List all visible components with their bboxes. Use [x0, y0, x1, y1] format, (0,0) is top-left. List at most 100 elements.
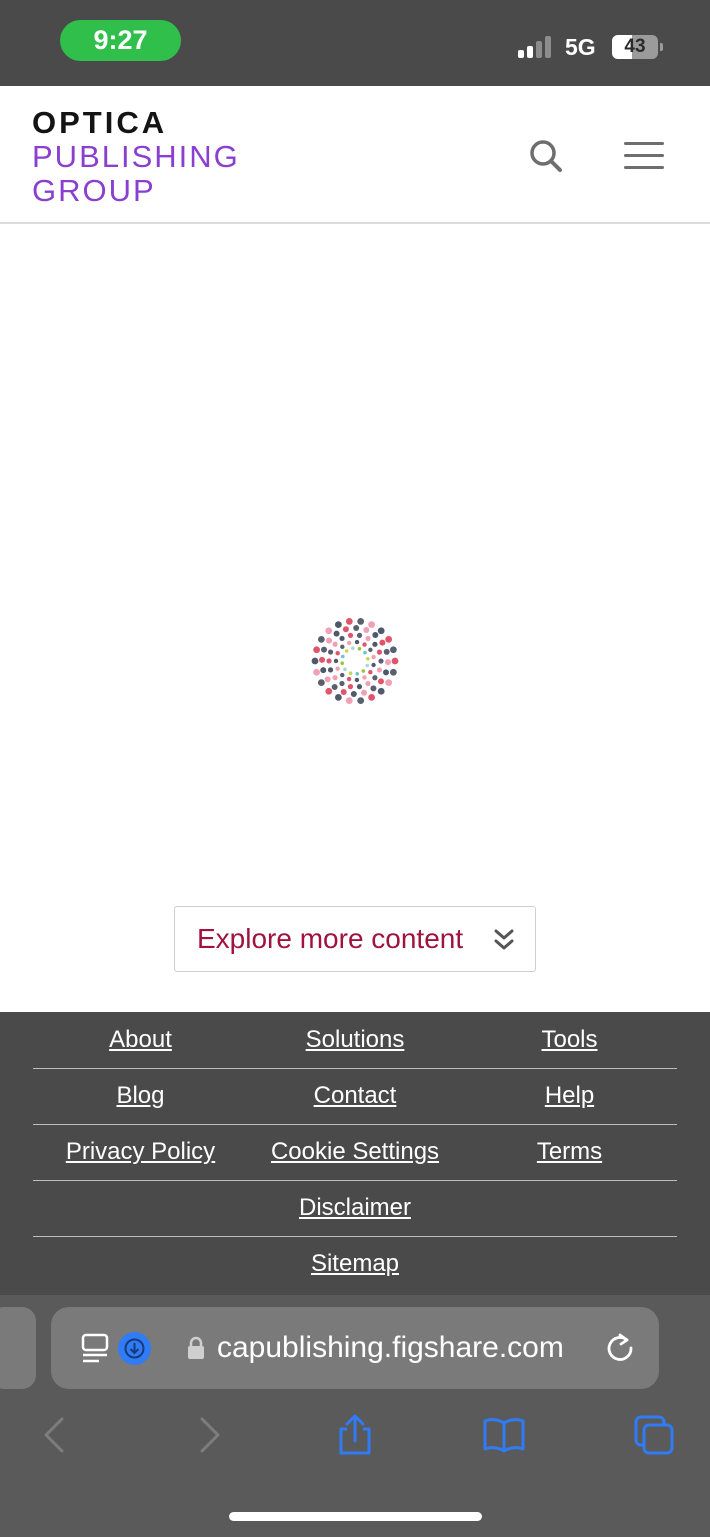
url-text[interactable]: capublishing.figshare.com [217, 1307, 564, 1389]
spinner-dot [391, 657, 399, 665]
spinner-dot [319, 656, 326, 663]
lock-icon [187, 1336, 205, 1360]
spinner-dot [357, 618, 365, 625]
spinner-dot [339, 635, 345, 642]
site-footer: About Solutions Tools Blog Contact Help … [0, 1012, 710, 1295]
footer-link-solutions[interactable]: Solutions [248, 1012, 462, 1068]
bookmarks-icon[interactable] [482, 1413, 526, 1457]
spinner-dot [332, 641, 338, 647]
footer-link-tools[interactable]: Tools [462, 1012, 677, 1068]
footer-link-disclaimer[interactable]: Disclaimer [33, 1180, 677, 1236]
footer-link-sitemap[interactable]: Sitemap [33, 1236, 677, 1292]
spinner-dot [361, 669, 366, 673]
spinner-dot [350, 646, 355, 650]
status-time: 9:27 [60, 20, 181, 61]
spinner-dot [320, 667, 327, 674]
site-header: OPTICA PUBLISHING GROUP [0, 86, 710, 224]
spinner-dot [333, 658, 339, 664]
network-type: 5G [565, 34, 596, 60]
spinner-dot [340, 672, 345, 678]
footer-row: Sitemap [33, 1236, 677, 1292]
spinner-dot [345, 618, 353, 625]
spinner-dot [377, 687, 385, 695]
spinner-dot [372, 632, 379, 639]
spinner-dot [379, 639, 386, 646]
spinner-dot [340, 661, 344, 666]
optica-logo[interactable]: OPTICA PUBLISHING GROUP [32, 106, 240, 208]
forward-icon[interactable] [184, 1413, 228, 1457]
tabs-icon[interactable] [632, 1413, 676, 1457]
spinner-dot [348, 671, 353, 675]
spinner-dot [350, 690, 357, 697]
spinner-dot [357, 647, 362, 651]
spinner-dot [371, 654, 376, 660]
reader-mode-icon[interactable] [81, 1333, 111, 1363]
spinner-dot [311, 657, 319, 665]
explore-more-content-button[interactable]: Explore more content [174, 906, 536, 972]
address-bar[interactable]: capublishing.figshare.com [51, 1307, 659, 1389]
footer-link-terms[interactable]: Terms [462, 1124, 677, 1180]
spinner-dot [368, 647, 373, 653]
reload-icon[interactable] [603, 1331, 637, 1365]
cellular-signal-icon [518, 36, 556, 58]
spinner-dot [383, 648, 390, 655]
footer-link-cookie-settings[interactable]: Cookie Settings [248, 1124, 462, 1180]
status-bar: 9:27 5G 43 [0, 0, 710, 86]
spinner-dot [383, 669, 389, 676]
search-icon[interactable] [528, 138, 564, 174]
footer-link-contact[interactable]: Contact [248, 1068, 462, 1124]
spinner-dot [325, 627, 333, 635]
spinner-dot [376, 667, 383, 673]
spinner-dot [324, 676, 331, 683]
footer-link-privacy-policy[interactable]: Privacy Policy [33, 1124, 248, 1180]
spinner-dot [368, 670, 373, 675]
spinner-dot [365, 635, 371, 642]
spinner-dot [354, 639, 360, 645]
spinner-dot [377, 627, 385, 635]
spinner-dot [340, 689, 347, 695]
spinner-dot [361, 689, 368, 696]
spinner-dot [317, 635, 325, 643]
spinner-dot [370, 685, 377, 692]
spinner-dot [362, 642, 367, 647]
logo-line-2: PUBLISHING [32, 139, 240, 174]
spinner-dot [325, 687, 333, 695]
spinner-dot [317, 679, 325, 687]
spinner-dot [365, 680, 371, 687]
spinner-dot [340, 644, 345, 650]
spinner-dot [357, 697, 365, 704]
browser-toolbar: capublishing.figshare.com [0, 1295, 710, 1537]
spinner-dot [326, 637, 333, 644]
spinner-dot [366, 656, 370, 661]
spinner-dot [343, 667, 347, 672]
footer-row: Blog Contact Help [33, 1068, 677, 1125]
footer-link-help[interactable]: Help [462, 1068, 677, 1124]
back-icon[interactable] [36, 1413, 80, 1457]
spinner-dot [345, 697, 353, 704]
footer-row: Privacy Policy Cookie Settings Terms [33, 1124, 677, 1181]
spinner-dot [334, 693, 342, 701]
spinner-dot [334, 621, 342, 629]
spinner-dot [389, 646, 397, 654]
spinner-dot [363, 627, 370, 633]
spinner-dot [339, 680, 345, 687]
spinner-dot [313, 646, 321, 654]
spinner-dot [347, 684, 354, 690]
logo-line-1: OPTICA [32, 105, 168, 140]
spinner-dot [363, 650, 367, 655]
spinner-dot [344, 649, 349, 653]
spinner-dot [333, 630, 340, 637]
footer-link-blog[interactable]: Blog [33, 1068, 248, 1124]
spinner-dot [347, 632, 354, 638]
previous-tab-preview[interactable] [0, 1307, 36, 1389]
download-icon[interactable] [118, 1332, 151, 1365]
spinner-dot [354, 677, 360, 683]
battery-tip [660, 43, 663, 51]
spinner-dot [321, 646, 327, 653]
footer-link-about[interactable]: About [33, 1012, 248, 1068]
spinner-dot [355, 672, 360, 676]
share-icon[interactable] [333, 1413, 377, 1457]
spinner-dot [376, 649, 383, 655]
hamburger-menu-icon[interactable] [624, 142, 664, 170]
spinner-dot [353, 625, 360, 632]
